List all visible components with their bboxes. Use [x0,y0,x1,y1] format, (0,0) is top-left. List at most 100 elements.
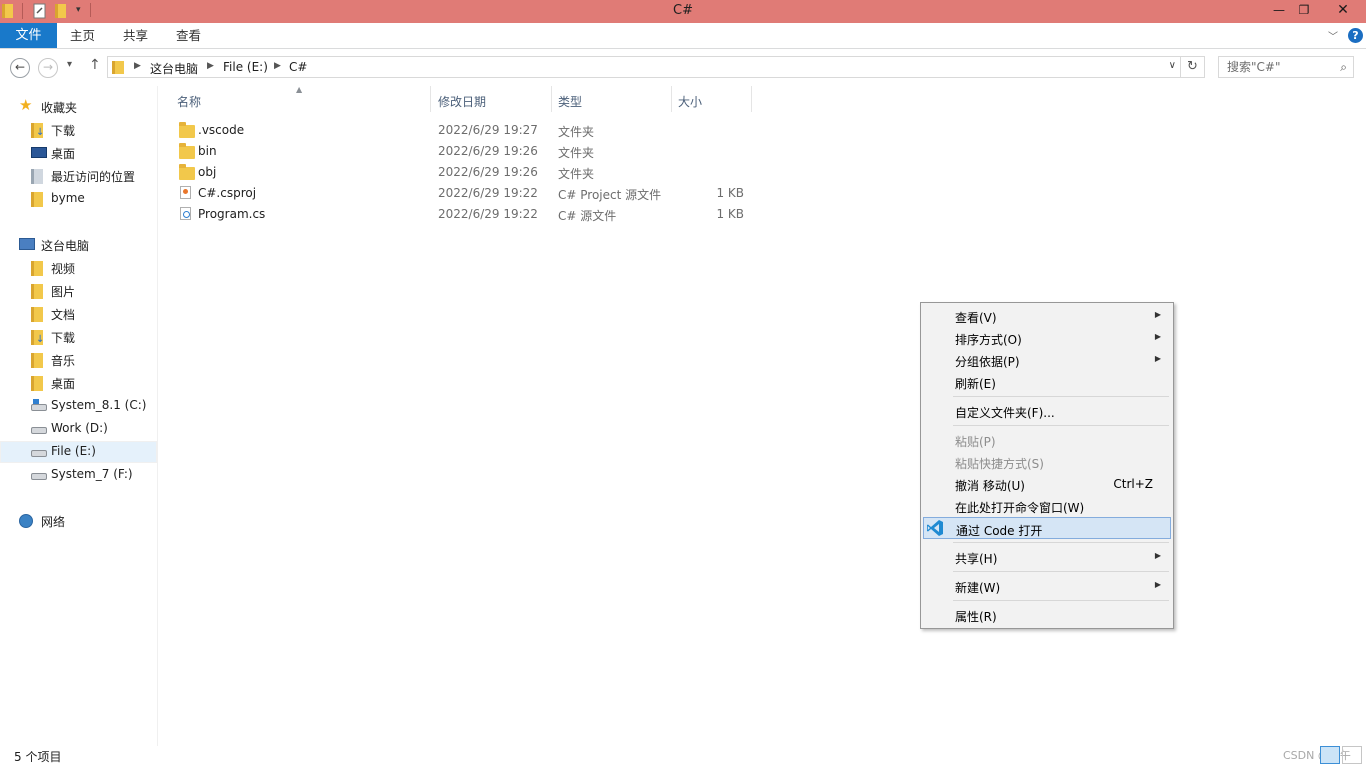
menu-label: 粘贴快捷方式(S) [955,457,1044,471]
nav-downloads[interactable]: ↓ 下载 [0,326,157,348]
title-bar: ▾ C# — ❐ ✕ [0,0,1366,23]
close-icon[interactable]: ✕ [1320,0,1366,22]
menu-item-open-command-window[interactable]: 在此处打开命令窗口(W) [923,495,1171,517]
tab-file[interactable]: 文件 [0,23,57,48]
tab-home[interactable]: 主页 [70,23,95,48]
menu-label: 撤消 移动(U) [955,479,1025,493]
file-row[interactable]: Program.cs 2022/6/29 19:22 C# 源文件 1 KB [160,204,760,225]
nav-drive-c[interactable]: System_8.1 (C:) [0,395,157,417]
menu-item-share[interactable]: 共享(H) ▶ [923,546,1171,568]
menu-label: 通过 Code 打开 [956,524,1043,538]
documents-folder-icon [31,307,47,322]
nav-fav-downloads[interactable]: ↓ 下载 [0,119,157,141]
back-icon[interactable]: ← [10,58,30,78]
expand-ribbon-chevron-icon[interactable]: ﹀ [1328,28,1338,43]
menu-item-sort-by[interactable]: 排序方式(O) ▶ [923,327,1171,349]
recent-locations-chevron-icon[interactable]: ▾ [67,59,72,70]
breadcrumb-chevron-icon[interactable]: ▶ [207,61,214,71]
menu-item-group-by[interactable]: 分组依据(P) ▶ [923,349,1171,371]
breadcrumb-chevron-icon[interactable]: ▶ [134,61,141,71]
large-icons-view-icon[interactable] [1342,746,1362,764]
help-icon[interactable]: ? [1348,28,1363,43]
menu-label: 刷新(E) [955,377,996,391]
address-dropdown-chevron-icon[interactable]: ∨ [1169,60,1176,71]
column-divider[interactable] [671,86,672,112]
desktop-icon [31,146,47,160]
breadcrumb-drive[interactable]: File (E:) [223,60,268,74]
column-divider[interactable] [430,86,431,112]
breadcrumb-chevron-icon[interactable]: ▶ [274,61,281,71]
nav-fav-desktop[interactable]: 桌面 [0,142,157,164]
menu-label: 新建(W) [955,581,1001,595]
nav-this-pc[interactable]: 这台电脑 [0,234,157,256]
nav-label: 收藏夹 [41,101,78,115]
menu-label: 在此处打开命令窗口(W) [955,501,1085,515]
music-folder-icon [31,353,47,368]
tab-view[interactable]: 查看 [176,23,201,48]
search-input[interactable] [1227,60,1327,74]
menu-item-paste[interactable]: 粘贴(P) [923,429,1171,451]
menu-item-properties[interactable]: 属性(R) [923,604,1171,626]
nav-favorites[interactable]: ★ 收藏夹 [0,96,157,118]
nav-fav-byme[interactable]: byme [0,188,157,210]
nav-pictures[interactable]: 图片 [0,280,157,302]
nav-label: 下载 [51,124,76,138]
address-bar[interactable]: ▶ 这台电脑 ▶ File (E:) ▶ C# ∨ [107,56,1181,78]
nav-label: File (E:) [51,444,96,458]
file-size: 1 KB [716,186,744,200]
file-name: bin [198,144,217,158]
file-name: C#.csproj [198,186,257,200]
submenu-arrow-icon: ▶ [1154,551,1161,560]
nav-network[interactable]: 网络 [0,510,157,532]
file-type: 文件夹 [558,125,595,139]
nav-desktop[interactable]: 桌面 [0,372,157,394]
column-header-type[interactable]: 类型 [558,93,582,110]
refresh-icon[interactable]: ↻ [1181,56,1205,78]
folder-icon [31,192,47,207]
restore-icon[interactable]: ❐ [1290,0,1318,22]
nav-videos[interactable]: 视频 [0,257,157,279]
file-row[interactable]: bin 2022/6/29 19:26 文件夹 [160,141,760,162]
nav-label: System_7 (F:) [51,467,133,481]
menu-separator [953,396,1169,397]
column-header-size[interactable]: 大小 [678,93,702,110]
recent-places-icon [31,169,47,184]
file-row[interactable]: .vscode 2022/6/29 19:27 文件夹 [160,120,760,141]
file-row[interactable]: C#.csproj 2022/6/29 19:22 C# Project 源文件… [160,183,760,204]
breadcrumb-current[interactable]: C# [289,60,307,74]
nav-fav-recent[interactable]: 最近访问的位置 [0,165,157,187]
nav-drive-d[interactable]: Work (D:) [0,418,157,440]
menu-item-paste-shortcut[interactable]: 粘贴快捷方式(S) [923,451,1171,473]
videos-folder-icon [31,261,47,276]
file-date: 2022/6/29 19:27 [438,123,538,137]
search-icon[interactable]: ⌕ [1340,60,1347,75]
column-divider[interactable] [751,86,752,112]
column-header-date[interactable]: 修改日期 [438,93,486,110]
drive-icon [31,445,47,459]
nav-music[interactable]: 音乐 [0,349,157,371]
breadcrumb-this-pc[interactable]: 这台电脑 [150,60,198,77]
nav-drive-e[interactable]: File (E:) [0,441,157,463]
minimize-icon[interactable]: — [1265,0,1293,22]
menu-item-customize-folder[interactable]: 自定义文件夹(F)... [923,400,1171,422]
window-title: C# [673,3,693,18]
column-divider[interactable] [551,86,552,112]
nav-drive-f[interactable]: System_7 (F:) [0,464,157,486]
up-arrow-icon[interactable]: ↑ [89,57,101,73]
search-box[interactable]: ⌕ [1218,56,1354,78]
menu-label: 排序方式(O) [955,333,1022,347]
file-date: 2022/6/29 19:26 [438,144,538,158]
menu-item-view[interactable]: 查看(V) ▶ [923,305,1171,327]
menu-item-open-with-code[interactable]: 通过 Code 打开 [923,517,1171,539]
nav-documents[interactable]: 文档 [0,303,157,325]
menu-item-new[interactable]: 新建(W) ▶ [923,575,1171,597]
menu-separator [953,425,1169,426]
menu-item-refresh[interactable]: 刷新(E) [923,371,1171,393]
menu-item-undo-move[interactable]: 撤消 移动(U) Ctrl+Z [923,473,1171,495]
details-view-icon[interactable] [1320,746,1340,764]
menu-label: 属性(R) [955,610,997,624]
tab-share[interactable]: 共享 [123,23,148,48]
forward-icon[interactable]: → [38,58,58,78]
file-row[interactable]: obj 2022/6/29 19:26 文件夹 [160,162,760,183]
column-header-name[interactable]: 名称 [177,93,201,110]
